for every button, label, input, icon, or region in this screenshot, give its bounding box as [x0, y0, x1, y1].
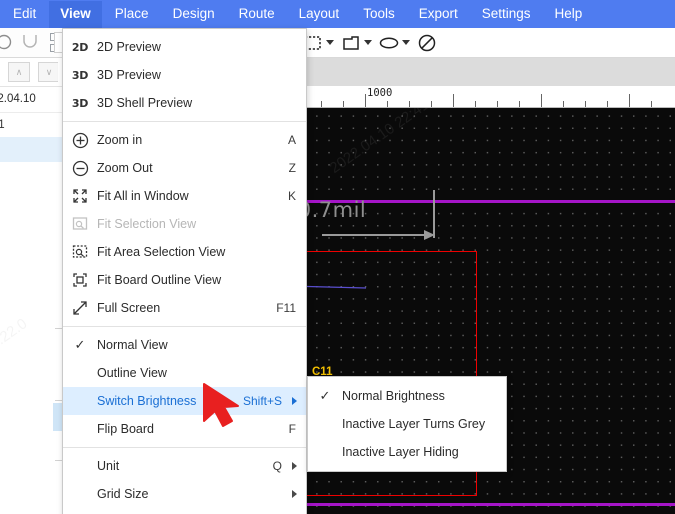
submenu-item-label: Inactive Layer Turns Grey [342, 417, 486, 431]
menu-item-full-screen[interactable]: Full Screen F11 [63, 294, 306, 322]
left-panel-stepper[interactable]: ∧ ∨ [0, 58, 65, 87]
menubar-item-route[interactable]: Route [228, 1, 286, 28]
switch-brightness-submenu[interactable]: ✓ Normal Brightness Inactive Layer Turns… [307, 376, 507, 472]
application-window: 830.7mil 1 2 1 2 C4 [0, 0, 675, 514]
menu-separator [63, 121, 306, 122]
menubar-item-help[interactable]: Help [544, 1, 594, 28]
fit-all-icon [63, 188, 97, 204]
submenu-item-label: Inactive Layer Hiding [342, 445, 459, 459]
view-dropdown-menu[interactable]: 2D 2D Preview 3D 3D Preview 3D 3D Shell … [62, 28, 307, 514]
menu-bar[interactable]: Edit View Place Design Route Layout Tool… [0, 0, 675, 28]
menu-item-fit-all-in-window[interactable]: Fit All in Window K [63, 182, 306, 210]
menu-item-3d-shell-preview[interactable]: 3D 3D Shell Preview [63, 89, 306, 117]
menubar-item-design[interactable]: Design [162, 1, 226, 28]
check-icon: ✓ [74, 337, 86, 352]
no-entry-icon[interactable] [416, 32, 438, 54]
submenu-item-inactive-layer-turns-grey[interactable]: Inactive Layer Turns Grey [308, 410, 506, 438]
menu-item-2d-preview[interactable]: 2D 2D Preview [63, 33, 306, 61]
menubar-item-place[interactable]: Place [104, 1, 160, 28]
left-panel-list-item[interactable]: ic1 [0, 113, 65, 137]
full-screen-icon [63, 300, 97, 316]
fit-area-selection-icon [63, 244, 97, 260]
menu-item-normal-view[interactable]: ✓ Normal View [63, 331, 306, 359]
left-panel[interactable]: ∧ ∨ 22.04.10 ic1 10.22.0 [0, 28, 66, 514]
redo-icon[interactable] [22, 34, 40, 48]
chevron-down-icon[interactable] [402, 40, 410, 45]
chevron-right-icon [292, 490, 297, 498]
menubar-item-layout[interactable]: Layout [288, 1, 351, 28]
menubar-item-settings[interactable]: Settings [471, 1, 542, 28]
chevron-right-icon [292, 397, 297, 405]
left-panel-date: 22.04.10 [0, 87, 65, 113]
left-panel-selected-row[interactable] [0, 137, 65, 162]
menu-item-unit[interactable]: Unit Q [63, 452, 306, 480]
menubar-item-edit[interactable]: Edit [1, 1, 47, 28]
2d-icon: 2D [71, 40, 89, 54]
menu-separator [63, 447, 306, 448]
menu-item-switch-brightness[interactable]: Switch Brightness Shift+S [63, 387, 306, 415]
menubar-item-view[interactable]: View [49, 0, 102, 28]
menu-item-zoom-out[interactable]: Zoom Out Z [63, 154, 306, 182]
ruler-label-1000: 1000 [367, 87, 393, 99]
menu-item-zoom-in[interactable]: Zoom in A [63, 126, 306, 154]
zoom-in-icon [63, 132, 97, 149]
menu-item-fit-board-outline-view[interactable]: Fit Board Outline View [63, 266, 306, 294]
menu-item-fit-selection-view: Fit Selection View [63, 210, 306, 238]
undo-icon[interactable] [0, 34, 12, 50]
check-icon: ✓ [319, 388, 331, 403]
menu-item-3d-preview[interactable]: 3D 3D Preview [63, 61, 306, 89]
submenu-item-label: Normal Brightness [342, 389, 445, 403]
chevron-down-icon[interactable] [364, 40, 372, 45]
fit-selection-icon [63, 216, 97, 232]
3d-shell-icon: 3D [71, 96, 89, 110]
3d-icon: 3D [71, 68, 89, 82]
watermark: 10.22.0 [0, 315, 30, 358]
menu-item-fit-area-selection-view[interactable]: Fit Area Selection View [63, 238, 306, 266]
menu-item-grid-type[interactable]: Grid Type [63, 508, 306, 514]
menu-item-outline-view[interactable]: Outline View [63, 359, 306, 387]
menu-item-flip-board[interactable]: Flip Board F [63, 415, 306, 443]
menubar-item-tools[interactable]: Tools [352, 1, 406, 28]
chevron-down-icon[interactable] [326, 40, 334, 45]
menu-item-grid-size[interactable]: Grid Size [63, 480, 306, 508]
chevron-right-icon [292, 462, 297, 470]
stepper-down-button[interactable]: ∨ [38, 62, 60, 82]
zoom-out-icon [63, 160, 97, 177]
fit-board-outline-icon [63, 272, 97, 288]
menu-separator [63, 326, 306, 327]
submenu-item-normal-brightness[interactable]: ✓ Normal Brightness [308, 382, 506, 410]
submenu-item-inactive-layer-hiding[interactable]: Inactive Layer Hiding [308, 438, 506, 466]
ellipse-icon[interactable] [378, 32, 400, 54]
stepper-up-button[interactable]: ∧ [8, 62, 30, 82]
menubar-item-export[interactable]: Export [408, 1, 469, 28]
polygon-pour-icon[interactable] [340, 32, 362, 54]
